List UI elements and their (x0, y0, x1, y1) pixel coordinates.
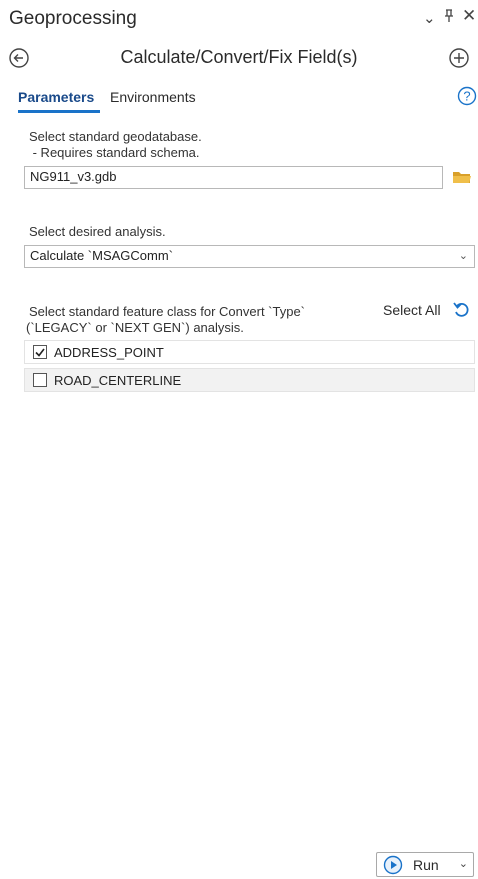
list-item-label: ROAD_CENTERLINE (54, 372, 182, 388)
tab-environments[interactable]: Environments (110, 89, 196, 105)
fc-label: Select standard feature class for Conver… (29, 304, 306, 319)
close-icon[interactable]: ✕ (462, 6, 476, 26)
run-button[interactable]: Run ⌄ (376, 852, 474, 877)
pane-title: Geoprocessing (9, 8, 137, 29)
svg-text:?: ? (463, 89, 470, 104)
pin-icon[interactable] (444, 9, 454, 27)
gdb-input[interactable]: NG911_v3.gdb (24, 166, 443, 189)
analysis-select-value: Calculate `MSAGComm` (30, 248, 174, 263)
list-item-address-point[interactable]: ADDRESS_POINT (24, 340, 475, 364)
folder-icon[interactable] (452, 168, 472, 186)
analysis-select[interactable]: Calculate `MSAGComm` ⌄ (24, 245, 475, 268)
list-item-road-centerline[interactable]: ROAD_CENTERLINE (24, 368, 475, 392)
reset-icon[interactable] (452, 300, 472, 320)
run-label: Run (413, 856, 439, 873)
add-icon[interactable] (448, 47, 470, 69)
gdb-label: Select standard geodatabase. (29, 129, 202, 144)
run-options-chevron-icon[interactable]: ⌄ (459, 857, 468, 870)
gdb-sublabel: - Requires standard schema. (29, 145, 200, 160)
chevron-down-icon: ⌄ (458, 250, 468, 262)
fc-sublabel: (`LEGACY` or `NEXT GEN`) analysis. (26, 320, 244, 335)
help-icon[interactable]: ? (457, 86, 477, 106)
list-item-label: ADDRESS_POINT (54, 344, 164, 360)
analysis-label: Select desired analysis. (29, 224, 166, 239)
tool-title: Calculate/Convert/Fix Field(s) (120, 47, 358, 67)
pane-options-chevron-icon[interactable]: ⌄ (423, 9, 436, 27)
play-icon (383, 855, 403, 874)
tab-parameters[interactable]: Parameters (18, 89, 94, 105)
checkbox-unchecked[interactable] (33, 373, 47, 387)
checkbox-checked[interactable] (33, 345, 47, 359)
select-all-link[interactable]: Select All (383, 302, 441, 318)
active-tab-indicator (18, 110, 100, 113)
